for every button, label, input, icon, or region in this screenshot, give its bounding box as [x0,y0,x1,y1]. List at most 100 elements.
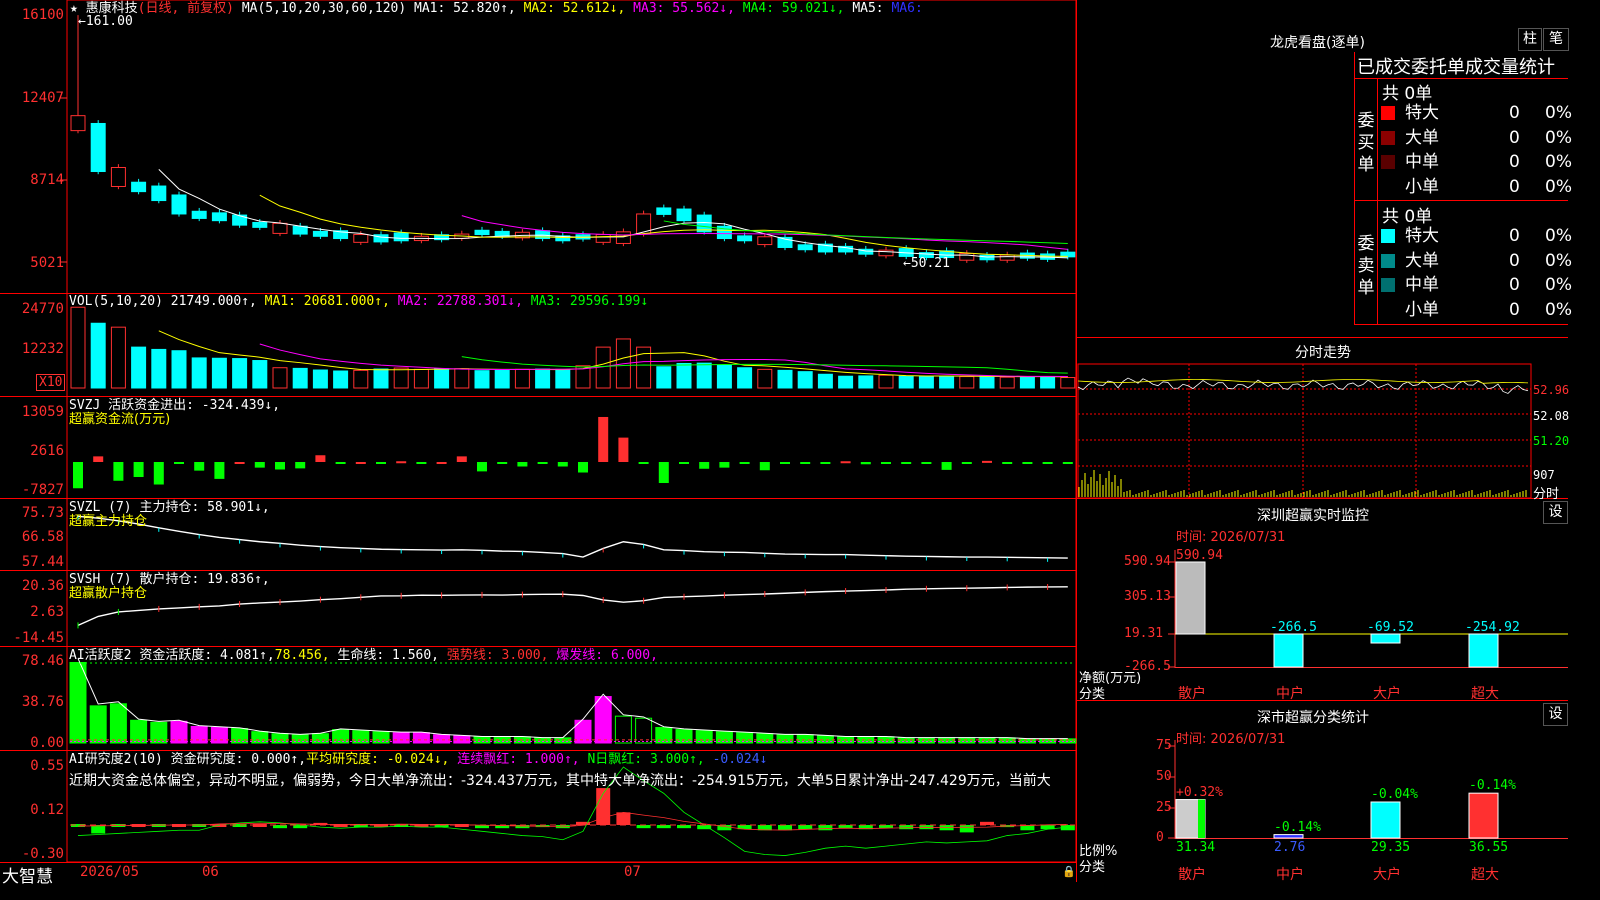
star-icon[interactable]: ★ [70,1,78,16]
lock-icon[interactable]: 🔒 [1062,865,1076,878]
svzl-header: SVZL (7) 主力持仓: 58.901↓, [69,500,270,515]
sz-class-ytick: 75 [1156,738,1172,753]
volume-bar [676,362,692,389]
candle [211,212,227,222]
ma2-value: MA2: 52.612↓, [523,1,626,16]
candle [70,115,86,132]
intraday-price-high: 52.96 [1533,383,1570,397]
fund-flow-bar [800,462,811,464]
fund-flow-bar [699,462,710,469]
bar-view-button[interactable]: 柱 [1518,28,1542,51]
color-swatch-icon [1381,253,1395,268]
candle [110,166,126,187]
volume-bar [151,348,167,389]
sz-class-settings-button[interactable]: 设 [1543,703,1568,726]
chart-mode[interactable]: (日线, 前复权) [138,1,234,16]
ai-active-strong: 强势线: 3.000, [446,648,549,663]
ai-research-avg: 平均研究度: -0.024↓, [306,752,450,767]
buy-label: 特大 [1405,103,1439,123]
svsh-sub: 超赢散户持仓 [69,586,148,601]
fund-flow-bar [921,462,932,464]
pen-view-button[interactable]: 笔 [1543,28,1569,51]
fund-flow-bar [295,462,306,469]
volume-bar [131,346,147,389]
sz-monitor-ytick: 19.31 [1124,626,1164,641]
activity-bar [978,737,996,744]
sell-count: 0 [1509,250,1520,271]
fund-flow-bar [517,462,528,467]
volume-bar [373,368,389,389]
fund-flow-bar [1062,462,1073,464]
research-bar [798,825,813,830]
fund-flow-bar [275,462,285,470]
fund-flow-bar [982,460,992,463]
ai-active-desc: 资金活跃度: 4.081↑, [139,648,275,663]
candle [999,254,1015,261]
research-bar [697,825,712,830]
fund-flow-bar [315,455,326,462]
ai-research-red1: 连续飘红: 1.000↑, [457,752,580,767]
svzj-header: SVZJ 活跃资金进出: -324.439↓, [69,398,280,413]
volume-bar [858,375,874,389]
sz-monitor-bar [1175,561,1206,635]
volume-bar [252,360,268,389]
intraday-volume: 907 [1533,468,1555,482]
main-ytick: 12407 [21,90,64,106]
chart-canvas[interactable] [0,0,1568,882]
fund-flow-bar [1002,462,1013,464]
volume-bar [555,368,571,389]
sz-monitor-ytick: 590.94 [1124,554,1171,569]
volume-bar [353,369,369,389]
fund-flow-bar [355,462,366,464]
retail-holding-line [77,586,1068,627]
sell-pct: 0% [1545,250,1572,271]
activity-bar [897,737,915,744]
sell-label: 小单 [1405,299,1439,320]
sz-monitor-settings-button[interactable]: 设 [1543,501,1568,524]
fund-flow-bar [174,462,184,464]
sz-class-bar-accent [1198,799,1205,838]
svsh-header: SVSH (7) 散户持仓: 19.836↑, [69,572,270,587]
volume-bar [838,375,854,389]
volume-bar [918,376,934,389]
sz-class-change-label: -0.14% [1469,778,1516,794]
color-swatch-icon [1381,229,1395,243]
sz-class-title: 深市超赢分类统计 [1257,710,1369,726]
volume-bar [959,376,975,389]
lhb-title: 龙虎看盘(逐单) [1270,35,1365,51]
sz-monitor-bar [1273,633,1304,668]
vol-ma3: MA3: 29596.199↓ [530,294,649,309]
ai-research-red2: N日飘红: 3.000↑, [587,752,705,767]
svzj-name: SVZJ [69,398,101,413]
candle [353,234,369,243]
sell-count: 0 [1509,275,1520,295]
volume-bar [272,367,288,389]
intraday-unit[interactable]: 分时 [1533,483,1559,502]
activity-bar [473,736,491,744]
candle [595,234,611,243]
x-label: 06 [202,864,219,880]
sz-monitor-category: 中户 [1276,686,1304,702]
activity-bar [917,737,935,744]
sz-class-value-label: 31.34 [1176,840,1216,855]
fund-flow-bar [396,461,407,464]
main-chart-header: ★ 惠康科技(日线, 前复权) MA(5,10,20,30,60,120) MA… [70,1,923,16]
fund-flow-bar [416,462,427,464]
activity-bar [534,737,552,744]
fund-flow-bar [93,456,104,462]
volume-bar [898,375,914,389]
svsh-ytick: 20.36 [21,578,64,594]
ai-research-header: AI研究度2(10) 资金研究度: 0.000↑,平均研究度: -0.024↓,… [69,752,767,767]
fund-flow-bar [679,462,689,464]
sell-pct: 0% [1545,275,1572,295]
intraday-frame [1077,363,1532,499]
volume-bar [1060,377,1076,389]
activity-bar [655,727,673,744]
fund-flow-bar [578,462,588,473]
volume-bar [939,375,955,389]
brand-label[interactable]: 大智慧 [2,862,53,887]
sz-class-change-label: -0.04% [1371,786,1418,802]
vol-unit-badge: X10 [36,374,66,391]
fund-flow-bar [436,462,447,464]
activity-bar [857,736,875,744]
